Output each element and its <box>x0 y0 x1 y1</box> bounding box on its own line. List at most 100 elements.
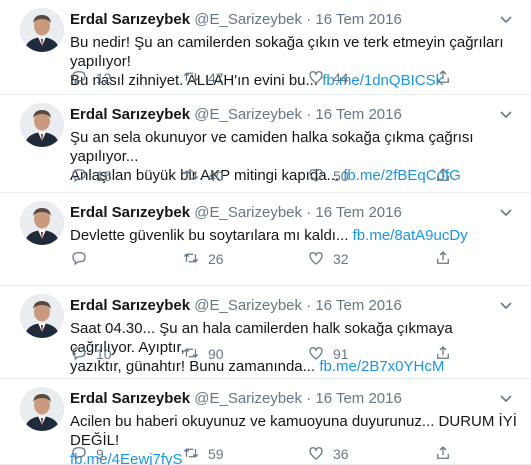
author-handle[interactable]: @E_Sarizeybek <box>194 204 302 221</box>
reply-button[interactable] <box>70 248 96 270</box>
tweet[interactable]: Erdal Sarızeybek @E_Sarizeybek · 16 Tem … <box>0 286 531 379</box>
chevron-down-icon[interactable] <box>499 12 513 26</box>
avatar[interactable] <box>20 201 64 245</box>
share-icon <box>434 68 452 89</box>
like-count: 91 <box>333 346 349 362</box>
author-name[interactable]: Erdal Sarızeybek <box>70 390 190 407</box>
retweet-icon <box>182 68 200 89</box>
reply-icon <box>70 68 88 89</box>
reply-count: 12 <box>96 70 112 86</box>
tweet-text: Devlette güvenlik bu soytarılara mı kald… <box>70 226 519 245</box>
retweet-icon <box>182 166 200 187</box>
like-button[interactable]: 91 <box>307 343 349 365</box>
share-icon <box>434 166 452 187</box>
retweet-count: 59 <box>208 446 224 462</box>
retweet-button[interactable]: 47 <box>182 67 224 89</box>
author-handle[interactable]: @E_Sarizeybek <box>194 390 302 407</box>
share-button[interactable] <box>434 67 452 89</box>
reply-count: 10 <box>96 346 112 362</box>
tweet-text-line: Devlette güvenlik bu soytarılara mı kald… <box>70 227 468 244</box>
tweet[interactable]: Erdal Sarızeybek @E_Sarizeybek · 16 Tem … <box>0 379 531 465</box>
tweet-date[interactable]: 16 Tem 2016 <box>315 297 401 314</box>
avatar[interactable] <box>20 103 64 147</box>
retweet-button[interactable]: 90 <box>182 343 224 365</box>
tweet-date[interactable]: 16 Tem 2016 <box>315 11 401 28</box>
like-button[interactable]: 32 <box>307 248 349 270</box>
tweet-header: Erdal Sarızeybek @E_Sarizeybek · 16 Tem … <box>70 389 519 409</box>
author-name[interactable]: Erdal Sarızeybek <box>70 297 190 314</box>
tweet-header: Erdal Sarızeybek @E_Sarizeybek · 16 Tem … <box>70 203 519 223</box>
avatar[interactable] <box>20 8 64 52</box>
share-icon <box>434 444 452 465</box>
chevron-down-icon[interactable] <box>499 391 513 405</box>
like-button[interactable]: 50 <box>307 165 349 187</box>
retweet-count: 90 <box>208 346 224 362</box>
chevron-down-icon[interactable] <box>499 107 513 121</box>
separator: · <box>306 390 312 407</box>
tweet-actions: 10 90 91 <box>70 343 490 365</box>
tweet[interactable]: Erdal Sarızeybek @E_Sarizeybek · 16 Tem … <box>0 0 531 95</box>
heart-icon <box>307 68 325 89</box>
tweet-actions: 15 40 50 <box>70 165 490 187</box>
reply-button[interactable]: 12 <box>70 67 112 89</box>
reply-icon <box>70 344 88 365</box>
like-button[interactable]: 36 <box>307 443 349 465</box>
author-handle[interactable]: @E_Sarizeybek <box>194 297 302 314</box>
share-button[interactable] <box>434 248 452 270</box>
tweet-header: Erdal Sarızeybek @E_Sarizeybek · 16 Tem … <box>70 105 519 125</box>
tweet-content: Erdal Sarızeybek @E_Sarizeybek · 16 Tem … <box>70 203 519 245</box>
reply-count: 9 <box>96 446 104 462</box>
tweet[interactable]: Erdal Sarızeybek @E_Sarizeybek · 16 Tem … <box>0 193 531 286</box>
heart-icon <box>307 166 325 187</box>
reply-count: 15 <box>96 168 112 184</box>
tweet-text-line: Bu nedir! Şu an camilerden sokağa çıkın … <box>70 34 504 70</box>
tweet[interactable]: Erdal Sarızeybek @E_Sarizeybek · 16 Tem … <box>0 95 531 193</box>
share-button[interactable] <box>434 443 452 465</box>
like-count: 50 <box>333 168 349 184</box>
author-name[interactable]: Erdal Sarızeybek <box>70 11 190 28</box>
retweet-icon <box>182 249 200 270</box>
share-button[interactable] <box>434 165 452 187</box>
tweet-actions: 26 32 <box>70 248 490 270</box>
tweet-link[interactable]: fb.me/8atA9ucDy <box>353 227 468 244</box>
share-button[interactable] <box>434 343 452 365</box>
heart-icon <box>307 344 325 365</box>
separator: · <box>306 204 312 221</box>
separator: · <box>306 11 312 28</box>
chevron-down-icon[interactable] <box>499 298 513 312</box>
separator: · <box>306 106 312 123</box>
retweet-button[interactable]: 26 <box>182 248 224 270</box>
share-icon <box>434 344 452 365</box>
retweet-button[interactable]: 40 <box>182 165 224 187</box>
tweet-actions: 9 59 36 <box>70 443 490 465</box>
tweet-date[interactable]: 16 Tem 2016 <box>315 390 401 407</box>
tweet-text-line: Şu an sela okunuyor ve camiden halka sok… <box>70 129 474 165</box>
heart-icon <box>307 444 325 465</box>
retweet-icon <box>182 444 200 465</box>
reply-button[interactable]: 9 <box>70 443 104 465</box>
tweet-actions: 12 47 44 <box>70 67 490 89</box>
reply-icon <box>70 249 88 270</box>
reply-button[interactable]: 15 <box>70 165 112 187</box>
chevron-down-icon[interactable] <box>499 205 513 219</box>
tweet-header: Erdal Sarızeybek @E_Sarizeybek · 16 Tem … <box>70 296 519 316</box>
avatar[interactable] <box>20 294 64 338</box>
reply-button[interactable]: 10 <box>70 343 112 365</box>
like-button[interactable]: 44 <box>307 67 349 89</box>
retweet-count: 40 <box>208 168 224 184</box>
avatar[interactable] <box>20 387 64 431</box>
share-icon <box>434 249 452 270</box>
author-handle[interactable]: @E_Sarizeybek <box>194 11 302 28</box>
retweet-icon <box>182 344 200 365</box>
heart-icon <box>307 249 325 270</box>
author-handle[interactable]: @E_Sarizeybek <box>194 106 302 123</box>
separator: · <box>306 297 312 314</box>
tweet-date[interactable]: 16 Tem 2016 <box>315 106 401 123</box>
retweet-count: 47 <box>208 70 224 86</box>
author-name[interactable]: Erdal Sarızeybek <box>70 204 190 221</box>
author-name[interactable]: Erdal Sarızeybek <box>70 106 190 123</box>
like-count: 44 <box>333 70 349 86</box>
reply-icon <box>70 166 88 187</box>
tweet-date[interactable]: 16 Tem 2016 <box>315 204 401 221</box>
retweet-button[interactable]: 59 <box>182 443 224 465</box>
